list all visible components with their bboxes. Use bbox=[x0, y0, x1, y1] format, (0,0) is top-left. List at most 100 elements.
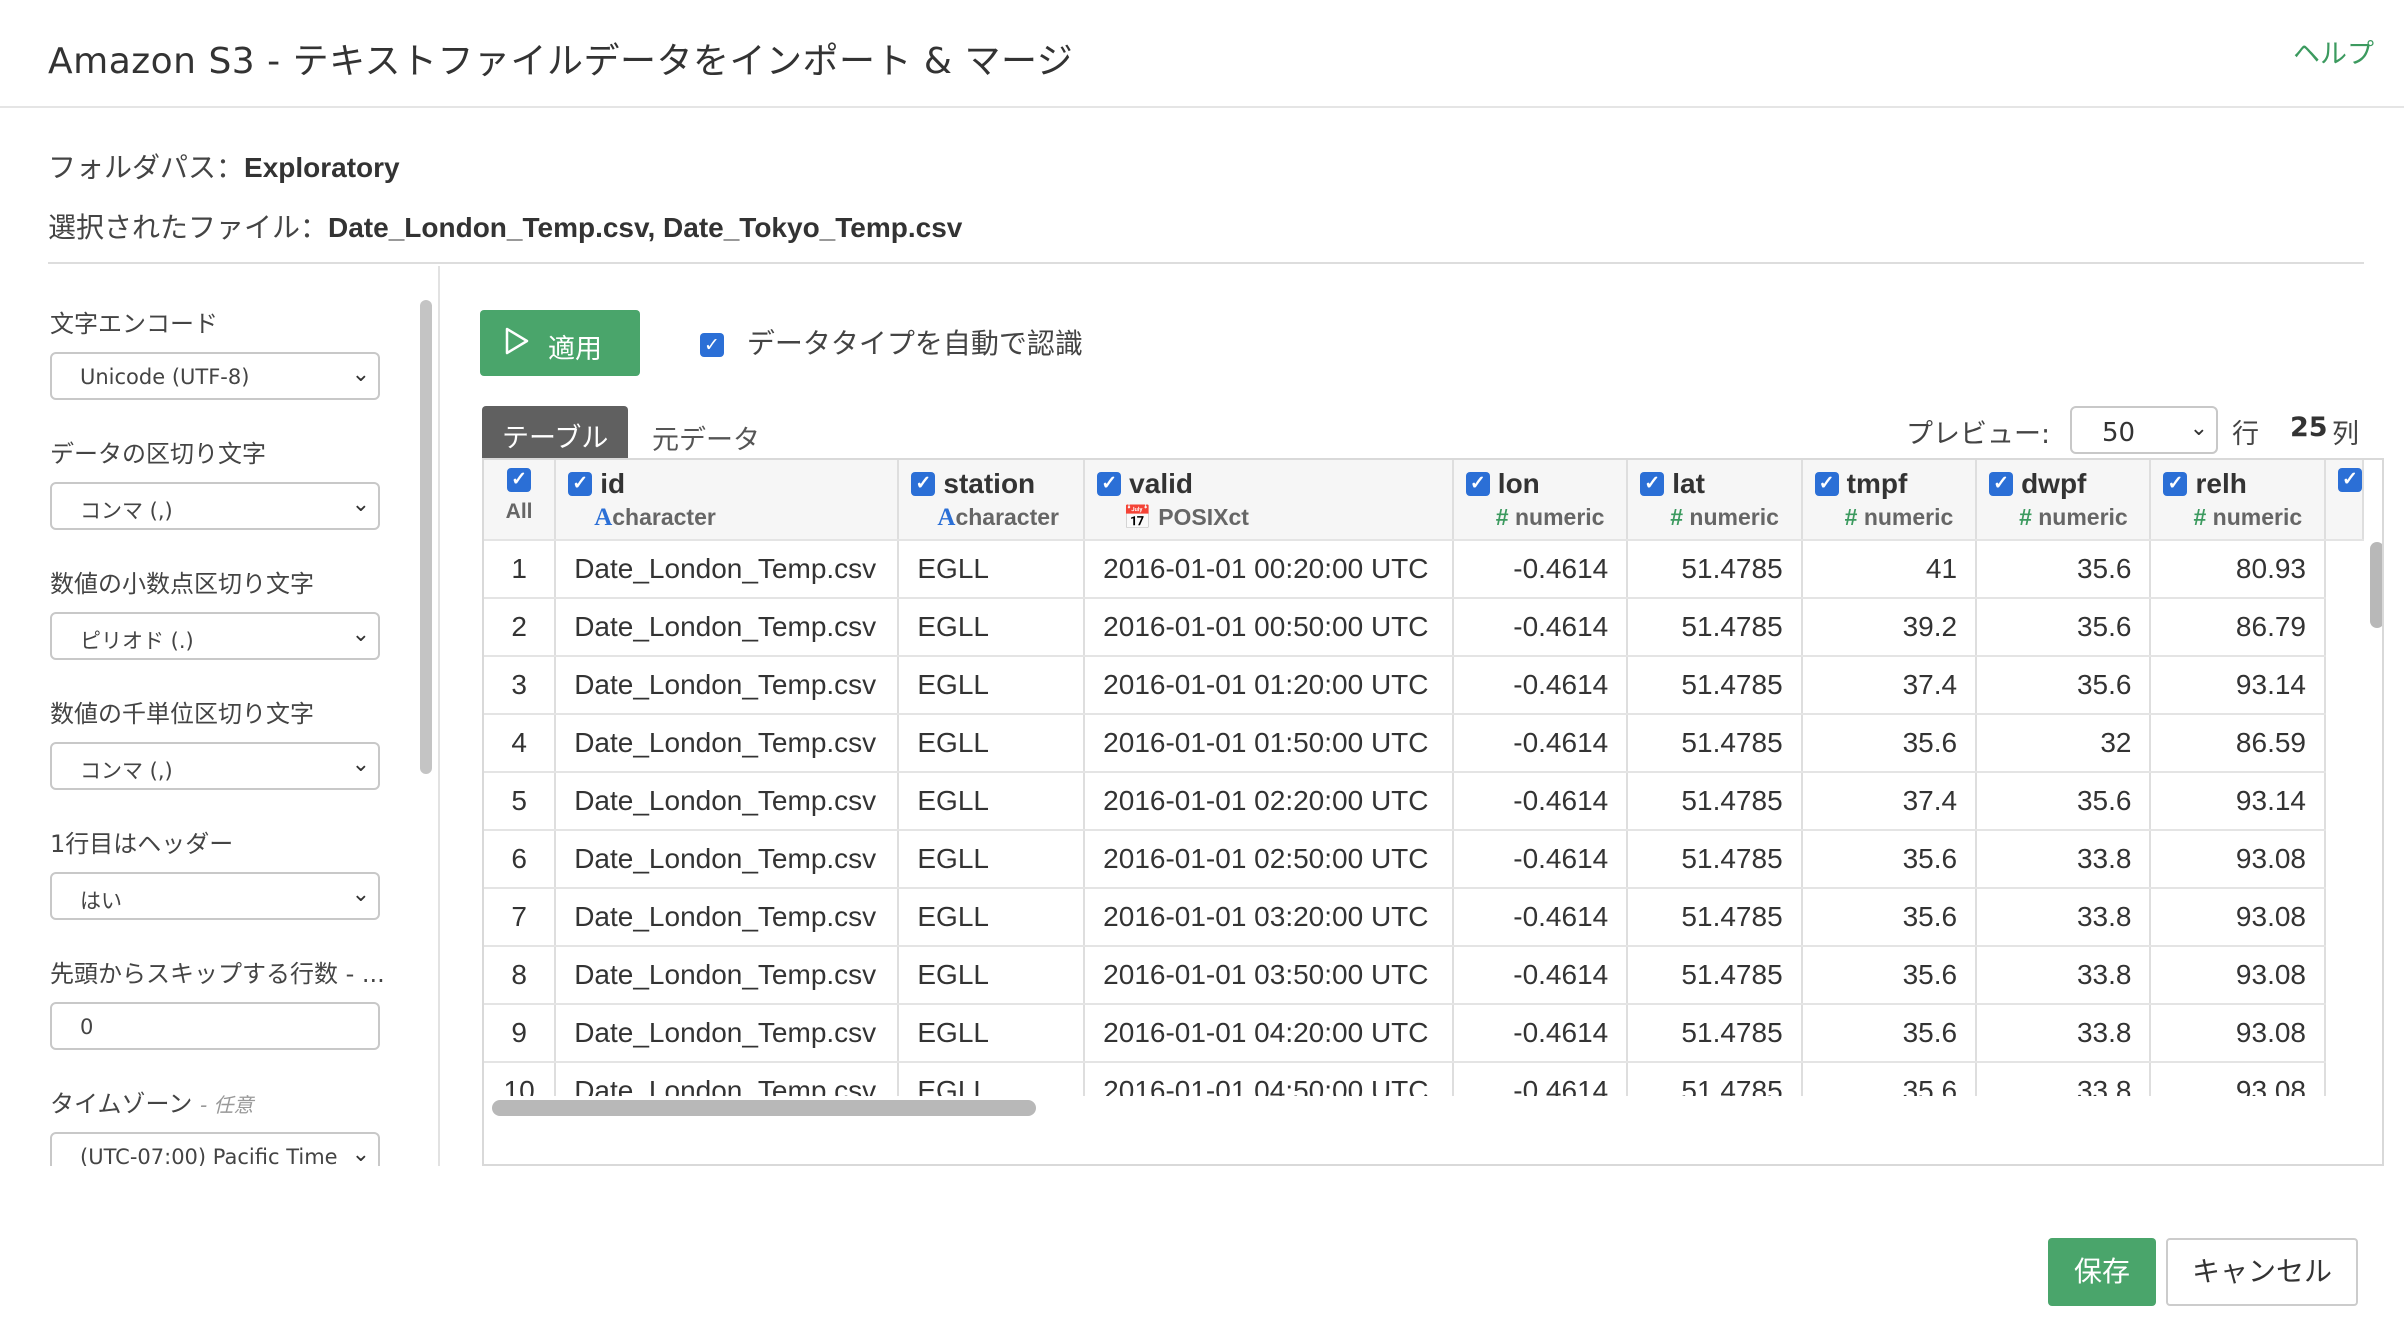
table-cell: 37.4 bbox=[1801, 772, 1978, 831]
table-cell: 35.6 bbox=[1801, 946, 1978, 1005]
table-cell: 2016-01-01 03:50:00 UTC bbox=[1084, 946, 1454, 1005]
table-cell: Date_London_Temp.csv bbox=[555, 656, 900, 715]
table-cell: -0.4614 bbox=[1452, 1062, 1629, 1096]
table-cell: Date_London_Temp.csv bbox=[555, 830, 900, 889]
column-type: # numeric bbox=[1989, 504, 2148, 531]
column-header-partial[interactable]: ✓ bbox=[2325, 460, 2364, 541]
chevron-down-icon: ⌄ bbox=[351, 622, 370, 647]
play-icon bbox=[504, 326, 530, 363]
table-cell: 51.4785 bbox=[1627, 1062, 1803, 1096]
data-table: ✓ All ✓ id Acharacter ✓ station Acharacter ✓ va… bbox=[484, 460, 2364, 1096]
table-cell: 93.08 bbox=[2150, 946, 2326, 1005]
table-cell: 93.08 bbox=[2150, 1004, 2326, 1063]
column-header-lat[interactable]: ✓ lat # numeric bbox=[1627, 460, 1803, 541]
encoding-select[interactable]: Unicode (UTF-8) ⌄ bbox=[50, 352, 380, 400]
table-cell: -0.4614 bbox=[1452, 772, 1629, 831]
row-number: 1 bbox=[484, 540, 557, 599]
folder-path-value: Exploratory bbox=[244, 152, 400, 183]
header-row-select[interactable]: はい ⌄ bbox=[50, 872, 380, 920]
timezone-label-text: タイムゾーン bbox=[50, 1090, 193, 1118]
table-cell: 51.4785 bbox=[1627, 656, 1803, 715]
options-scrollbar[interactable] bbox=[420, 300, 432, 774]
skip-rows-input[interactable]: 0 bbox=[50, 1002, 380, 1050]
help-link[interactable]: ヘルプ bbox=[2293, 32, 2374, 71]
column-checkbox[interactable]: ✓ bbox=[2338, 468, 2361, 492]
column-header-dwpf[interactable]: ✓ dwpf # numeric bbox=[1976, 460, 2152, 541]
table-cell: EGLL bbox=[898, 1004, 1086, 1063]
apply-label: 適用 bbox=[548, 334, 602, 365]
table-cell: 51.4785 bbox=[1627, 830, 1803, 889]
row-number: 7 bbox=[484, 888, 557, 947]
table-cell: 35.6 bbox=[1801, 888, 1978, 947]
hash-icon: # bbox=[2019, 504, 2032, 530]
thousands-separator-label: 数値の千単位区切り文字 bbox=[50, 700, 314, 728]
table-cell: -0.4614 bbox=[1452, 830, 1629, 889]
column-name: ✓ relh bbox=[2163, 468, 2323, 500]
column-checkbox[interactable]: ✓ bbox=[2163, 471, 2188, 496]
column-type-text: numeric bbox=[1863, 504, 1954, 530]
table-cell: 37.4 bbox=[1801, 656, 1978, 715]
auto-detect-checkbox[interactable]: ✓ bbox=[700, 333, 724, 357]
chevron-down-icon: ⌄ bbox=[351, 362, 370, 387]
info-divider bbox=[48, 262, 2364, 264]
tab-raw-data[interactable]: 元データ bbox=[650, 406, 790, 458]
selected-files-label: 選択されたファイル： bbox=[48, 211, 329, 244]
table-row: 7 Date_London_Temp.csv EGLL 2016-01-01 03:2… bbox=[484, 888, 2363, 947]
skip-rows-label: 先頭からスキップする行数 - ... bbox=[50, 960, 385, 988]
hash-icon: # bbox=[1844, 504, 1858, 530]
delimiter-select[interactable]: コンマ (,) ⌄ bbox=[50, 482, 380, 530]
table-cell: 2016-01-01 04:20:00 UTC bbox=[1084, 1004, 1454, 1063]
table-cell: 80.93 bbox=[2150, 540, 2326, 599]
save-button[interactable]: 保存 bbox=[2048, 1238, 2156, 1306]
table-cell: 35.6 bbox=[1801, 830, 1978, 889]
grid-vertical-scrollbar[interactable] bbox=[2370, 542, 2382, 628]
column-type-text: character bbox=[612, 504, 716, 530]
table-cell: 33.8 bbox=[1976, 1062, 2152, 1096]
apply-button[interactable]: 適用 bbox=[480, 310, 640, 376]
table-cell: 41 bbox=[1801, 540, 1978, 599]
select-all-checkbox[interactable]: ✓ bbox=[507, 468, 532, 492]
column-header-tmpf[interactable]: ✓ tmpf # numeric bbox=[1801, 460, 1978, 541]
table-cell: 2016-01-01 03:20:00 UTC bbox=[1084, 888, 1454, 947]
column-checkbox[interactable]: ✓ bbox=[1097, 471, 1122, 496]
table-cell: 51.4785 bbox=[1627, 1004, 1803, 1063]
cancel-button[interactable]: キャンセル bbox=[2166, 1238, 2358, 1306]
timezone-value: (UTC-07:00) Pacific Time bbox=[80, 1145, 338, 1166]
column-checkbox[interactable]: ✓ bbox=[1989, 471, 2014, 496]
decimal-separator-label: 数値の小数点区切り文字 bbox=[50, 570, 314, 598]
column-checkbox[interactable]: ✓ bbox=[911, 471, 936, 496]
delimiter-label: データの区切り文字 bbox=[50, 440, 266, 468]
column-name-text: valid bbox=[1129, 468, 1193, 499]
column-checkbox[interactable]: ✓ bbox=[1814, 471, 1839, 496]
thousands-separator-select[interactable]: コンマ (,) ⌄ bbox=[50, 742, 380, 790]
table-cell: 51.4785 bbox=[1627, 714, 1803, 773]
column-header-relh[interactable]: ✓ relh # numeric bbox=[2150, 460, 2326, 541]
timezone-select[interactable]: (UTC-07:00) Pacific Time ⌄ bbox=[50, 1132, 380, 1166]
decimal-separator-select[interactable]: ピリオド (.) ⌄ bbox=[50, 612, 380, 660]
table-cell: 33.8 bbox=[1976, 830, 2152, 889]
table-cell: EGLL bbox=[898, 830, 1086, 889]
grid-horizontal-scrollbar[interactable] bbox=[492, 1100, 1036, 1116]
header-row-label: 1行目はヘッダー bbox=[50, 830, 234, 858]
column-checkbox[interactable]: ✓ bbox=[568, 471, 593, 496]
column-header-lon[interactable]: ✓ lon # numeric bbox=[1452, 460, 1629, 541]
column-checkbox[interactable]: ✓ bbox=[1465, 471, 1490, 496]
select-all-header[interactable]: ✓ All bbox=[484, 460, 557, 541]
column-header-station[interactable]: ✓ station Acharacter bbox=[898, 460, 1086, 541]
column-checkbox[interactable]: ✓ bbox=[1640, 471, 1665, 496]
table-cell: 86.59 bbox=[2150, 714, 2326, 773]
column-header-id[interactable]: ✓ id Acharacter bbox=[555, 460, 900, 541]
column-type-text: numeric bbox=[1689, 504, 1779, 530]
header-row-value: はい bbox=[80, 889, 122, 913]
row-number: 5 bbox=[484, 772, 557, 831]
preview-rows-select[interactable]: 50 ⌄ bbox=[2070, 406, 2218, 454]
delimiter-value: コンマ (,) bbox=[80, 499, 173, 523]
column-type: Acharacter bbox=[911, 504, 1082, 532]
auto-detect-types-option[interactable]: ✓ データタイプを自動で認識 bbox=[700, 322, 1083, 362]
column-type: # numeric bbox=[2163, 504, 2323, 531]
table-cell: 33.8 bbox=[1976, 888, 2152, 947]
table-cell: -0.4614 bbox=[1452, 888, 1629, 947]
table-cell: -0.4614 bbox=[1452, 540, 1629, 599]
tab-table[interactable]: テーブル bbox=[482, 406, 628, 458]
column-header-valid[interactable]: ✓ valid 📅 POSIXct bbox=[1084, 460, 1454, 541]
